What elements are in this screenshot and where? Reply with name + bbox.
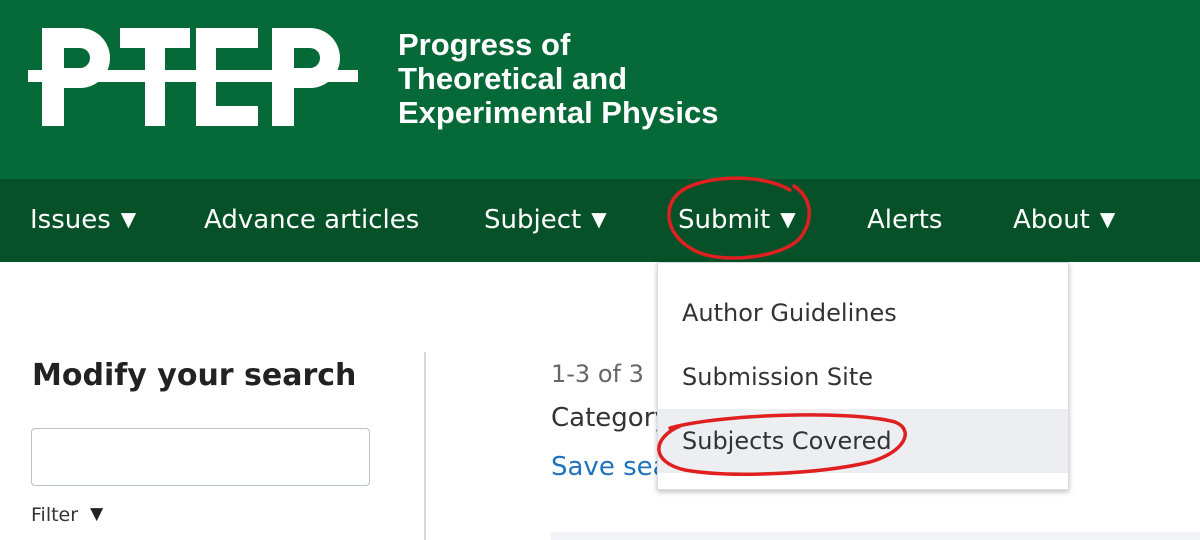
- menu-item-submission-site[interactable]: Submission Site: [658, 345, 1068, 409]
- results-panel: [551, 532, 1200, 540]
- search-input[interactable]: [31, 428, 370, 486]
- caret-down-icon: ▼: [780, 207, 796, 231]
- result-count: 1-3 of 3: [551, 360, 644, 388]
- nav-item-submit[interactable]: Submit ▼: [678, 179, 796, 262]
- menu-item-author-guidelines[interactable]: Author Guidelines: [658, 281, 1068, 345]
- caret-down-icon: ▼: [90, 504, 104, 524]
- caret-down-icon: ▼: [120, 207, 137, 231]
- menu-item-subjects-covered[interactable]: Subjects Covered: [658, 409, 1068, 473]
- nav-item-about[interactable]: About ▼: [1013, 179, 1115, 262]
- nav-item-alerts[interactable]: Alerts: [867, 179, 942, 262]
- column-divider: [424, 352, 426, 540]
- category-label: Category: [551, 403, 670, 433]
- nav-item-issues[interactable]: Issues ▼: [30, 179, 136, 262]
- journal-name-line-1: Progress of: [398, 27, 571, 62]
- main-nav: Issues ▼ Advance articles Subject ▼ Submit…: [0, 179, 1200, 262]
- nav-item-label: About: [1013, 205, 1090, 235]
- journal-name[interactable]: Progress of Theoretical and Experimental…: [398, 28, 719, 130]
- site-header: Progress of Theoretical and Experimental…: [0, 0, 1200, 179]
- caret-down-icon: ▼: [591, 207, 607, 231]
- journal-name-line-3: Experimental Physics: [398, 95, 719, 130]
- caret-down-icon: ▼: [1099, 207, 1116, 231]
- submit-dropdown-menu: Author Guidelines Submission Site Subjec…: [657, 262, 1069, 490]
- nav-item-label: Subject: [484, 205, 582, 235]
- nav-item-advance-articles[interactable]: Advance articles: [204, 179, 419, 262]
- nav-item-subject[interactable]: Subject ▼: [484, 179, 607, 262]
- filter-toggle[interactable]: Filter ▼: [31, 504, 103, 526]
- save-search-link[interactable]: Save sea: [551, 452, 669, 482]
- nav-item-label: Issues: [30, 205, 111, 235]
- nav-item-label: Alerts: [867, 205, 943, 235]
- filter-label: Filter: [31, 504, 79, 526]
- nav-item-label: Submit: [678, 205, 771, 235]
- ptep-logo[interactable]: [28, 24, 378, 128]
- sidebar-title: Modify your search: [32, 358, 357, 393]
- nav-item-label: Advance articles: [204, 205, 420, 235]
- journal-name-line-2: Theoretical and: [398, 61, 628, 96]
